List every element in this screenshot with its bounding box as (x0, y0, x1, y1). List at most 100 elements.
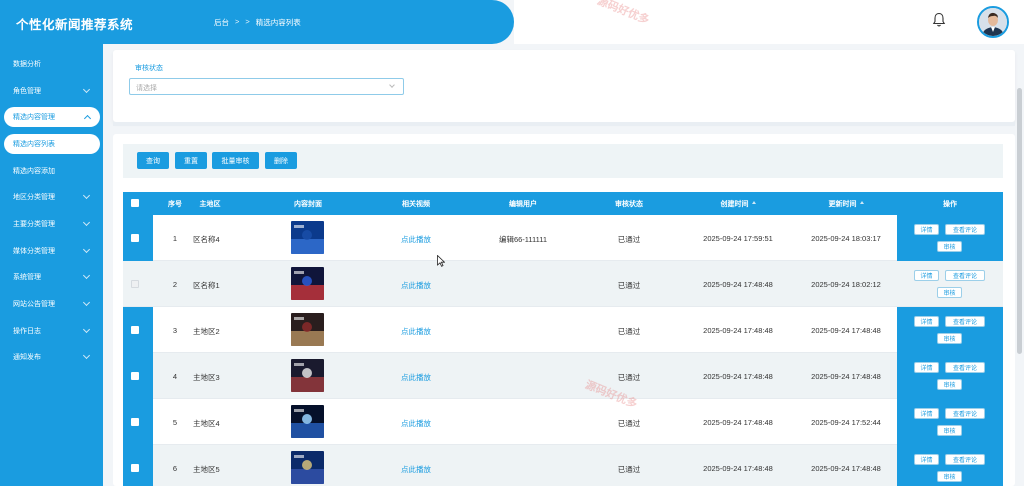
review-button[interactable]: 审核 (937, 241, 962, 252)
sidebar-item-media-category[interactable]: 媒体分类管理 (0, 241, 103, 261)
page-scrollbar[interactable] (1017, 88, 1022, 354)
query-button[interactable]: 查询 (137, 152, 169, 169)
review-button[interactable]: 审核 (937, 333, 962, 344)
sidebar-item-label: 主要分类管理 (13, 221, 55, 228)
sidebar-item-main-category[interactable]: 主要分类管理 (0, 214, 103, 234)
col-updated[interactable]: 更新时间 (811, 199, 881, 209)
breadcrumb-home[interactable]: 后台 (214, 17, 229, 28)
content-cover-image (291, 359, 324, 392)
play-video-link[interactable]: 点此播放 (391, 418, 441, 429)
play-video-link[interactable]: 点此播放 (391, 464, 441, 475)
row-created: 2025-09-24 17:48:48 (703, 464, 773, 473)
play-video-link[interactable]: 点此播放 (391, 372, 441, 383)
row-created: 2025-09-24 17:48:48 (703, 326, 773, 335)
view-comments-button[interactable]: 查看评论 (945, 224, 985, 235)
detail-button[interactable]: 详情 (914, 362, 939, 373)
sidebar-item-system[interactable]: 系统管理 (0, 267, 103, 287)
play-video-link[interactable]: 点此播放 (391, 234, 441, 245)
breadcrumb-separator: > (235, 17, 240, 26)
sidebar-item-label: 系统管理 (13, 274, 41, 281)
row-actions: 详情 查看评论 审核 (897, 399, 1003, 445)
review-button[interactable]: 审核 (937, 425, 962, 436)
sidebar-item-operation-log[interactable]: 操作日志 (0, 321, 103, 341)
chevron-down-icon (82, 271, 91, 280)
detail-button[interactable]: 详情 (914, 224, 939, 235)
delete-button[interactable]: 删除 (265, 152, 297, 169)
detail-button[interactable]: 详情 (914, 316, 939, 327)
table-row[interactable]: 3 主地区2 点此播放 已通过 2025-09-24 17:48:48 2025… (123, 307, 1003, 353)
chevron-down-icon (82, 191, 91, 200)
detail-button[interactable]: 详情 (914, 408, 939, 419)
sidebar-item-featured-content[interactable]: 精选内容管理 (4, 107, 100, 127)
row-checkbox[interactable] (131, 418, 139, 426)
chevron-down-icon (82, 298, 91, 307)
breadcrumb-current: 精选内容列表 (255, 18, 301, 27)
table-row[interactable]: 4 主地区3 点此播放 已通过 2025-09-24 17:48:48 2025… (123, 353, 1003, 399)
row-status: 已通过 (617, 465, 641, 474)
action-toolbar: 查询 重置 批量审核 删除 (123, 144, 1003, 178)
search-panel: 审核状态 请选择 (113, 50, 1015, 122)
sidebar-item-label: 网站公告管理 (13, 301, 55, 308)
view-comments-button[interactable]: 查看评论 (945, 408, 985, 419)
review-button[interactable]: 审核 (937, 287, 962, 298)
bell-icon[interactable] (932, 12, 946, 28)
col-ops: 操作 (943, 201, 957, 208)
select-all-checkbox[interactable] (131, 199, 139, 207)
row-index: 5 (172, 418, 178, 427)
sidebar-item-featured-add[interactable]: 精选内容添加 (0, 161, 103, 181)
row-index: 3 (172, 326, 178, 335)
sort-icon (859, 201, 864, 204)
row-index: 6 (172, 464, 178, 473)
view-comments-button[interactable]: 查看评论 (945, 362, 985, 373)
table-row[interactable]: 6 主地区5 点此播放 已通过 2025-09-24 17:48:48 2025… (123, 445, 1003, 486)
view-comments-button[interactable]: 查看评论 (945, 270, 985, 281)
col-created[interactable]: 创建时间 (703, 199, 773, 209)
table-row[interactable]: 2 区名称1 点此播放 已通过 2025-09-24 17:48:48 2025… (123, 261, 1003, 307)
app-title: 个性化新闻推荐系统 (16, 18, 134, 32)
header-bar: 个性化新闻推荐系统 后台 > > 精选内容列表 (0, 0, 514, 44)
row-checkbox[interactable] (131, 464, 139, 472)
play-video-link[interactable]: 点此播放 (391, 280, 441, 291)
select-placeholder: 请选择 (136, 85, 157, 92)
content-cover-image (291, 313, 324, 346)
review-status-select[interactable]: 请选择 (129, 78, 404, 95)
row-created: 2025-09-24 17:48:48 (703, 418, 773, 427)
review-button[interactable]: 审核 (937, 379, 962, 390)
review-button[interactable]: 审核 (937, 471, 962, 482)
batch-review-button[interactable]: 批量审核 (212, 152, 259, 169)
row-region: 区名称4 (193, 235, 220, 244)
breadcrumb: 后台 > > 精选内容列表 (214, 17, 301, 28)
chevron-down-icon (82, 85, 91, 94)
row-checkbox[interactable] (131, 234, 139, 242)
row-created: 2025-09-24 17:48:48 (703, 280, 773, 289)
sidebar-item-announcements[interactable]: 网站公告管理 (0, 294, 103, 314)
sidebar-item-label: 操作日志 (13, 328, 41, 335)
sidebar: 数据分析 角色管理 精选内容管理 精选内容列表 精选内容添加 地区分类管理 主要… (0, 44, 103, 486)
row-status: 已通过 (617, 235, 641, 244)
col-editor: 编辑用户 (509, 201, 537, 208)
chevron-up-icon (83, 114, 92, 123)
chevron-down-icon (82, 218, 91, 227)
row-checkbox[interactable] (131, 280, 139, 288)
user-avatar[interactable] (977, 6, 1009, 38)
col-status: 审核状态 (615, 201, 643, 208)
view-comments-button[interactable]: 查看评论 (945, 316, 985, 327)
chevron-down-icon (82, 325, 91, 334)
sidebar-item-data-analysis[interactable]: 数据分析 (0, 54, 103, 74)
detail-button[interactable]: 详情 (914, 270, 939, 281)
sidebar-item-label: 精选内容列表 (13, 141, 55, 148)
reset-button[interactable]: 重置 (175, 152, 207, 169)
view-comments-button[interactable]: 查看评论 (945, 454, 985, 465)
sidebar-item-role-management[interactable]: 角色管理 (0, 81, 103, 101)
row-status: 已通过 (617, 281, 641, 290)
table-row[interactable]: 5 主地区4 点此播放 已通过 2025-09-24 17:48:48 2025… (123, 399, 1003, 445)
sidebar-item-region-category[interactable]: 地区分类管理 (0, 187, 103, 207)
row-created: 2025-09-24 17:48:48 (703, 372, 773, 381)
sidebar-item-notifications[interactable]: 通知发布 (0, 347, 103, 367)
row-checkbox[interactable] (131, 326, 139, 334)
play-video-link[interactable]: 点此播放 (391, 326, 441, 337)
sidebar-item-featured-list[interactable]: 精选内容列表 (4, 134, 100, 154)
row-checkbox[interactable] (131, 372, 139, 380)
detail-button[interactable]: 详情 (914, 454, 939, 465)
table-row[interactable]: 1 区名称4 点此播放 编辑66-111111 已通过 2025-09-24 1… (123, 215, 1003, 261)
